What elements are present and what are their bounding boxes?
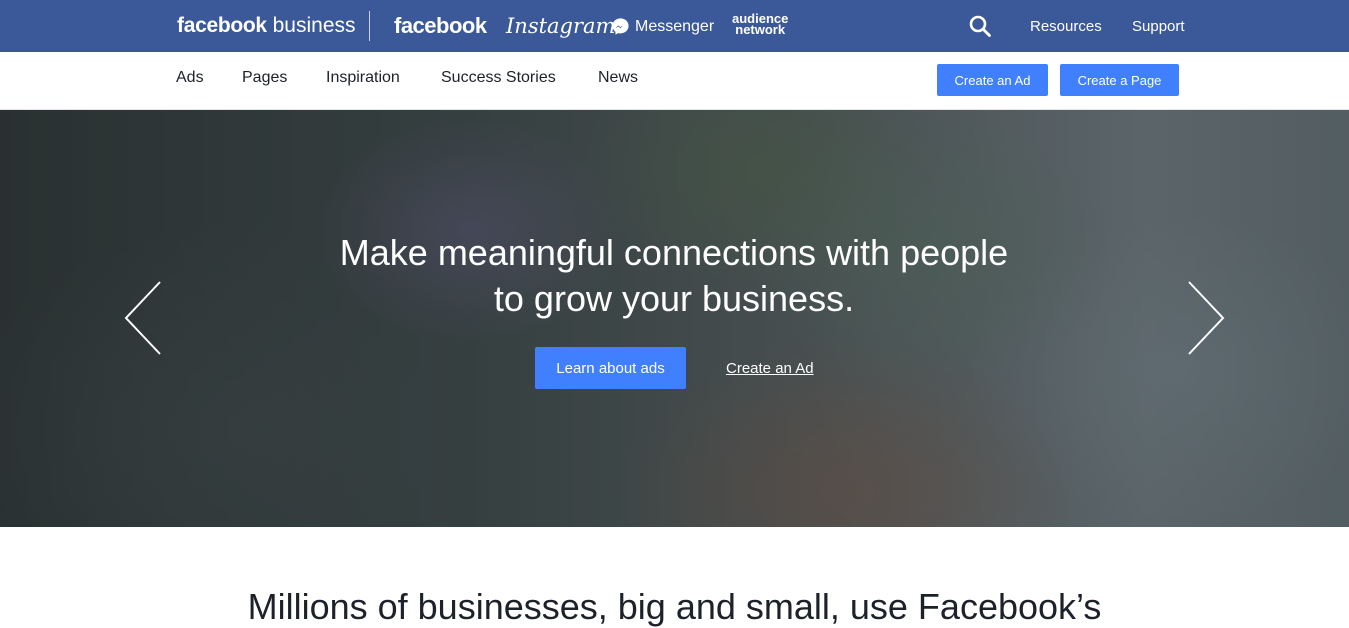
nav-item-ads[interactable]: Ads [176, 69, 204, 87]
resources-link[interactable]: Resources [1030, 18, 1102, 35]
facebook-business-logo[interactable]: facebook business [177, 14, 356, 38]
audience-network-platform-link[interactable]: audience network [732, 12, 788, 37]
chevron-right-icon[interactable] [1183, 280, 1227, 356]
hero-headline-line1: Make meaningful connections with people [339, 232, 1009, 273]
nav-item-success-stories[interactable]: Success Stories [441, 69, 556, 87]
messenger-icon [612, 18, 629, 35]
audience-network-line2: network [735, 22, 786, 37]
sub-navigation: Ads Pages Inspiration Success Stories Ne… [0, 52, 1349, 110]
brand-light: business [266, 14, 356, 37]
instagram-platform-link[interactable]: Instagram [506, 14, 615, 38]
section-heading: Millions of businesses, big and small, u… [247, 586, 1102, 627]
nav-item-inspiration[interactable]: Inspiration [326, 69, 400, 87]
header-divider [369, 11, 370, 41]
top-header: facebook business facebook Instagram Mes… [0, 0, 1349, 52]
facebook-platform-link[interactable]: facebook [394, 13, 487, 39]
messenger-platform-link[interactable]: Messenger [611, 17, 714, 36]
create-page-button[interactable]: Create a Page [1060, 64, 1179, 96]
search-icon[interactable] [968, 14, 992, 38]
hero-content: Make meaningful connections with people … [0, 110, 1349, 527]
support-link[interactable]: Support [1132, 18, 1185, 35]
messenger-label: Messenger [635, 17, 715, 35]
create-ad-button[interactable]: Create an Ad [937, 64, 1048, 96]
hero-carousel: Make meaningful connections with people … [0, 110, 1349, 527]
hero-headline-line2: to grow your business. [493, 278, 855, 319]
hero-create-ad-link[interactable]: Create an Ad [726, 360, 814, 377]
chevron-left-icon[interactable] [122, 280, 166, 356]
learn-about-ads-button[interactable]: Learn about ads [535, 347, 686, 389]
brand-bold: facebook [177, 14, 267, 37]
nav-item-news[interactable]: News [598, 69, 638, 87]
nav-item-pages[interactable]: Pages [242, 69, 287, 87]
hero-headline: Make meaningful connections with people … [274, 230, 1074, 322]
